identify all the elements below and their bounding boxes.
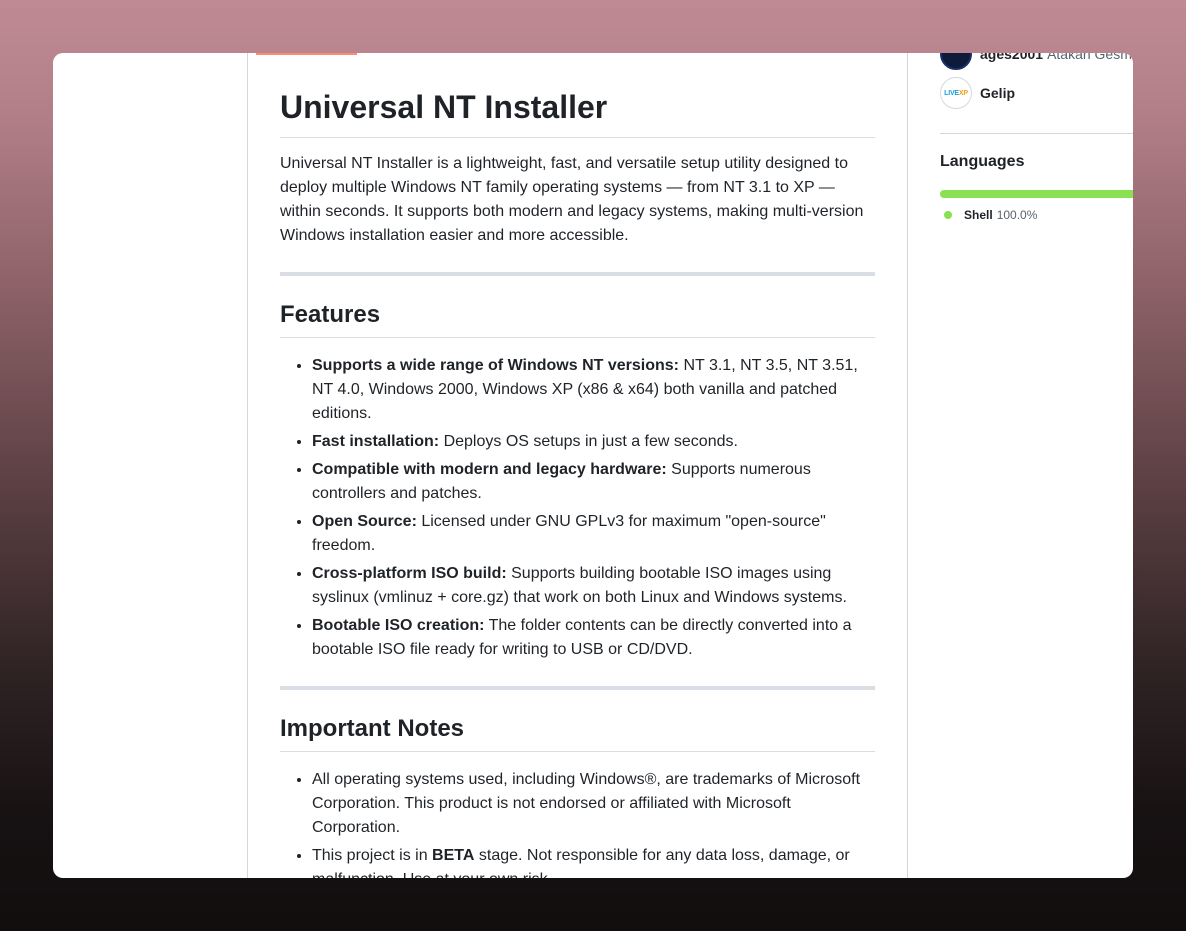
features-list: Supports a wide range of Windows NT vers… <box>312 354 875 666</box>
feature-description: Deploys OS setups in just a few seconds. <box>439 433 738 450</box>
feature-label: Bootable ISO creation: <box>312 617 485 634</box>
feature-item: Cross-platform ISO build: Supports build… <box>312 562 875 610</box>
language-bar <box>940 190 1133 198</box>
feature-item: Bootable ISO creation: The folder conten… <box>312 614 875 662</box>
languages-heading: Languages <box>940 153 1025 170</box>
contributor-avatar[interactable]: LIVE XP <box>940 77 972 109</box>
language-percent: 100.0% <box>996 208 1038 222</box>
feature-item: Compatible with modern and legacy hardwa… <box>312 458 875 506</box>
notes-list: All operating systems used, including Wi… <box>312 768 875 878</box>
note-text: BETA <box>432 847 475 864</box>
feature-label: Supports a wide range of Windows NT vers… <box>312 357 680 374</box>
section-divider <box>280 272 875 276</box>
feature-label: Fast installation: <box>312 433 440 450</box>
feature-label: Cross-platform ISO build: <box>312 565 507 582</box>
contributor-item[interactable]: LIVE XP Gelip <box>940 77 1015 109</box>
contributor-avatar[interactable] <box>940 53 972 70</box>
contributor-item[interactable]: ages2001 Atakan Gesme <box>940 53 1133 70</box>
language-color-dot <box>944 211 952 219</box>
note-text: This project is in <box>312 847 433 864</box>
feature-item: Fast installation: Deploys OS setups in … <box>312 430 875 454</box>
readme-intro: Universal NT Installer is a lightweight,… <box>280 155 864 244</box>
feature-label: Compatible with modern and legacy hardwa… <box>312 461 667 478</box>
section-divider <box>280 686 875 690</box>
note-item: All operating systems used, including Wi… <box>312 768 875 840</box>
important-notes-heading: Important Notes <box>280 714 875 752</box>
features-heading: Features <box>280 300 875 338</box>
note-text: All operating systems used, including Wi… <box>312 771 861 836</box>
feature-label: Open Source: <box>312 513 417 530</box>
feature-item: Supports a wide range of Windows NT vers… <box>312 354 875 426</box>
contributor-login[interactable]: ages2001 <box>980 53 1043 62</box>
language-name[interactable]: Shell <box>964 208 993 222</box>
language-item[interactable]: Shell 100.0% <box>944 208 1037 222</box>
contributor-login[interactable]: Gelip <box>980 85 1015 101</box>
feature-item: Open Source: Licensed under GNU GPLv3 fo… <box>312 510 875 558</box>
note-item: This project is in BETA stage. Not respo… <box>312 844 875 878</box>
contributor-name[interactable]: Atakan Gesme <box>1047 53 1133 62</box>
active-tab-indicator <box>256 53 357 55</box>
readme-title: Universal NT Installer <box>280 89 875 138</box>
browser-window: Universal NT Installer Universal NT Inst… <box>53 53 1133 878</box>
sidebar-divider <box>940 133 1133 134</box>
